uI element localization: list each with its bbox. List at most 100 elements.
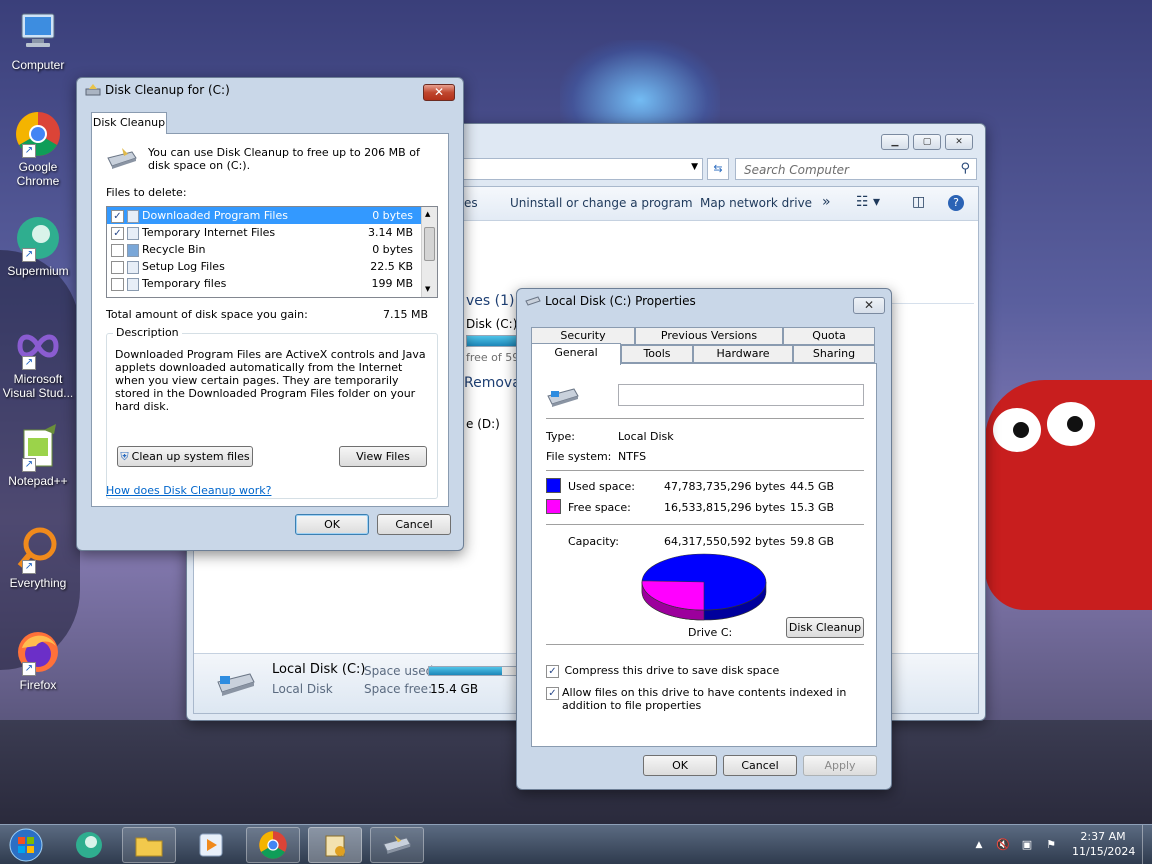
desktop-icon-chrome[interactable]: ↗ Google Chrome [2,110,74,188]
compress-checkbox[interactable]: ✓ [546,664,559,678]
desktop-icon-visual-studio[interactable]: ↗ Microsoft Visual Stud... [2,322,74,400]
search-box[interactable]: Search Computer ⚲ [735,158,977,180]
desktop-icon-everything[interactable]: ↗ Everything [2,526,74,590]
wallpaper-eye [993,408,1041,452]
file-row[interactable]: Setup Log Files 22.5 KB [107,258,421,275]
show-desktop-button[interactable] [1142,825,1152,864]
details-space-used-label: Space used: [364,664,438,678]
file-checkbox[interactable]: ✓ [111,209,124,223]
shield-icon: ⛨ [120,450,129,463]
used-space-swatch [546,478,561,493]
show-hidden-icons[interactable]: ▲ [972,838,986,852]
drive-icon [383,835,411,854]
view-files-button[interactable]: View Files [339,446,427,467]
details-drive-type: Local Disk [272,682,333,696]
file-row[interactable]: ✓ Temporary Internet Files 3.14 MB [107,224,421,241]
taskbar-supermium[interactable] [62,827,116,863]
taskbar-drive-properties[interactable] [370,827,424,863]
capacity-gb: 59.8 GB [790,535,835,548]
tab-hardware[interactable]: Hardware [693,345,793,363]
cancel-button[interactable]: Cancel [723,755,797,776]
drive-c-name[interactable]: Disk (C:) [466,317,517,331]
preview-pane-icon[interactable]: ◫ [912,194,925,210]
ok-button[interactable]: OK [643,755,717,776]
desktop-icon-computer[interactable]: Computer [2,8,74,72]
scroll-down-icon[interactable]: ▼ [425,285,430,293]
files-list[interactable]: ✓ Downloaded Program Files 0 bytes ✓ Tempora… [106,206,438,298]
removable-section-header: Remova [464,375,521,391]
desktop-icon-notepadpp[interactable]: ↗ Notepad++ [2,424,74,488]
file-name: Recycle Bin [142,243,206,256]
desktop-icon-supermium[interactable]: ↗ Supermium [2,214,74,278]
tab-sharing[interactable]: Sharing [793,345,875,363]
volume-muted-icon[interactable]: 🔇 [996,838,1010,852]
properties-window[interactable]: Local Disk (C:) Properties ✕ Security Pr… [516,288,892,790]
cancel-button[interactable]: Cancel [377,514,451,535]
file-size: 3.14 MB [367,226,413,239]
file-checkbox[interactable]: ✓ [111,226,124,240]
tab-disk-cleanup[interactable]: Disk Cleanup [91,112,167,134]
drive-c-label: Drive C: [688,626,733,639]
file-system-value: NTFS [618,450,647,463]
help-icon[interactable]: ? [948,195,964,211]
apply-button[interactable]: Apply [803,755,877,776]
file-row[interactable]: Recycle Bin 0 bytes [107,241,421,258]
file-row[interactable]: ✓ Downloaded Program Files 0 bytes [107,207,421,224]
close-button[interactable]: ✕ [945,134,973,150]
files-list-scrollbar[interactable]: ▲ ▼ [421,207,437,297]
scroll-thumb[interactable] [424,227,435,261]
taskbar-chrome[interactable] [246,827,300,863]
disk-cleanup-button[interactable]: Disk Cleanup [786,617,864,638]
search-icon: ⚲ [960,161,970,176]
tab-tools[interactable]: Tools [621,345,693,363]
file-row[interactable]: Temporary files 199 MB [107,275,421,292]
more-commands[interactable]: » [822,194,831,210]
type-value: Local Disk [618,430,674,443]
taskbar-disk-cleanup[interactable] [308,827,362,863]
maximize-button[interactable]: ▢ [913,134,941,150]
tab-previous-versions[interactable]: Previous Versions [635,327,783,345]
minimize-button[interactable]: ▁ [881,134,909,150]
file-checkbox[interactable] [111,260,124,274]
desktop-icon-firefox[interactable]: ↗ Firefox [2,628,74,692]
map-network-command[interactable]: Map network drive [700,196,812,210]
drive-label-input[interactable] [618,384,864,406]
taskbar-explorer[interactable] [122,827,176,863]
free-space-bytes: 16,533,815,296 bytes [664,501,786,514]
index-checkbox[interactable]: ✓ [546,687,559,700]
help-link[interactable]: How does Disk Cleanup work? [106,484,271,497]
disk-usage-pie-chart [641,553,767,621]
compress-option[interactable]: ✓ Compress this drive to save disk space [546,664,779,678]
clock-date: 11/15/2024 [1072,845,1136,858]
index-option[interactable]: ✓ Allow files on this drive to have cont… [546,686,866,712]
action-center-icon[interactable]: ⚑ [1044,838,1058,852]
divider [546,644,864,645]
file-checkbox[interactable] [111,277,124,291]
divider [546,470,864,471]
ok-button[interactable]: OK [295,514,369,535]
tab-general[interactable]: General [531,343,621,365]
start-button[interactable] [6,827,46,863]
clean-up-system-files-button[interactable]: ⛨ Clean up system files [117,446,253,467]
file-size: 199 MB [371,277,413,290]
file-name: Temporary Internet Files [142,226,276,239]
supermium-icon: ↗ [14,214,62,262]
wallpaper-eye [1047,402,1095,446]
refresh-icon[interactable]: ⇆ [707,158,729,180]
drive-d-name[interactable]: e (D:) [466,417,500,431]
general-tab-panel: Type: Local Disk File system: NTFS Used … [531,363,877,747]
type-label: Type: [546,430,575,443]
taskbar-media-player[interactable] [184,827,238,863]
uninstall-command[interactable]: Uninstall or change a program [510,196,693,210]
file-checkbox[interactable] [111,243,124,257]
tab-quota[interactable]: Quota [783,327,875,345]
scroll-up-icon[interactable]: ▲ [425,210,430,218]
network-icon[interactable]: ▣ [1020,838,1034,852]
chevron-down-icon[interactable]: ▼ [691,162,698,172]
clock[interactable]: 2:37 AM 11/15/2024 [1072,829,1136,859]
close-button[interactable]: ✕ [423,84,455,101]
disk-cleanup-window[interactable]: Disk Cleanup for (C:) ✕ Disk Cleanup You… [76,77,464,551]
view-options-icon[interactable]: ☷ ▾ [856,194,880,210]
divider [546,524,864,525]
close-button[interactable]: ✕ [853,297,885,314]
